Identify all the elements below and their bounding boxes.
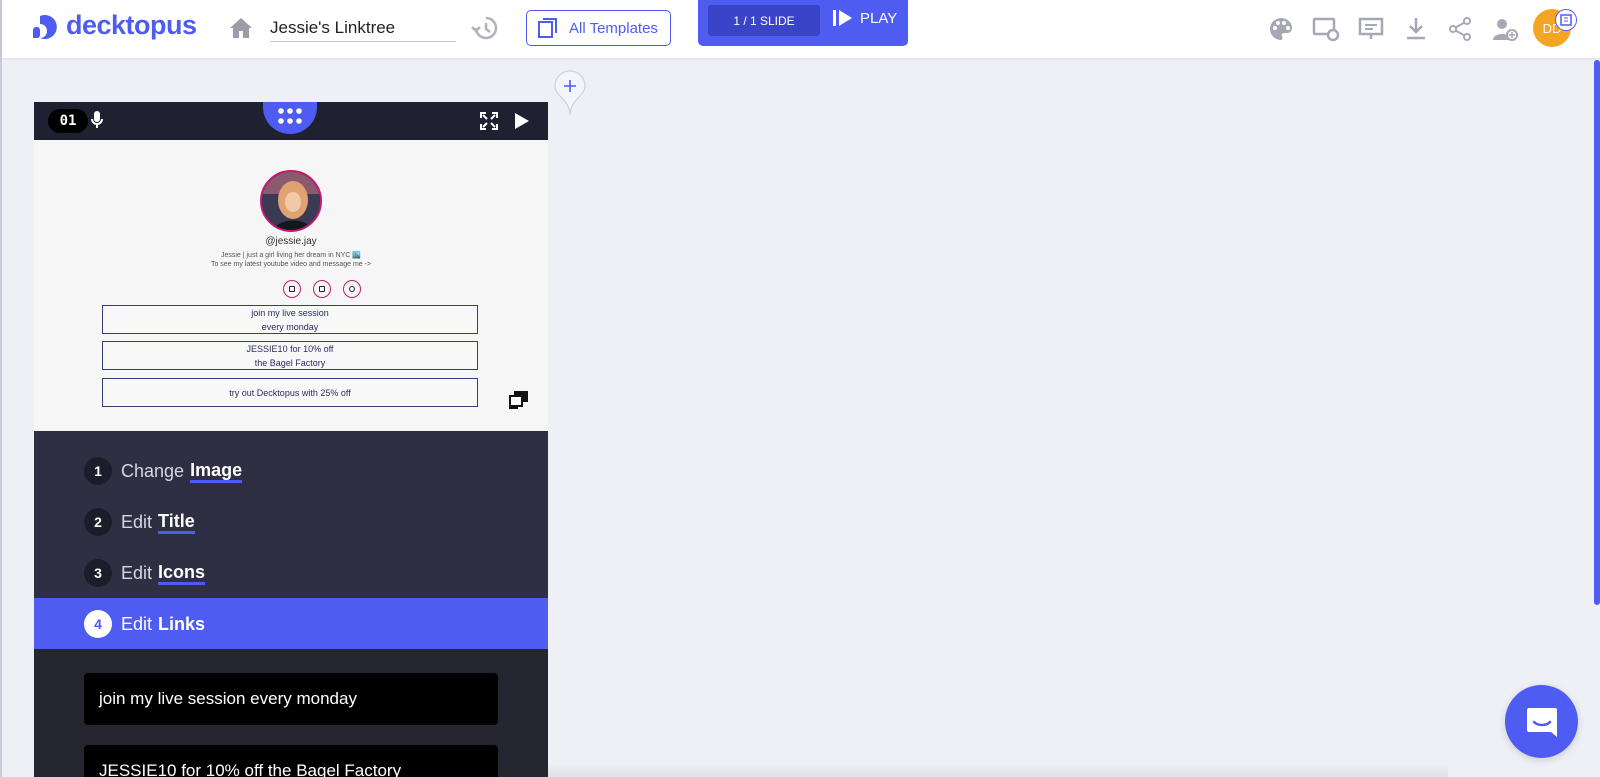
history-icon[interactable]	[471, 15, 499, 41]
profile-picture[interactable]	[260, 170, 322, 232]
step-verb: Edit	[121, 562, 153, 583]
links-editor: join my live session every monday JESSIE…	[34, 649, 548, 777]
step-number: 1	[84, 457, 112, 485]
slide-settings-icon[interactable]	[1312, 16, 1340, 42]
profile-bio: Jessie | just a girl living her dream in…	[34, 251, 548, 269]
step-edit-icons[interactable]: 3 Edit Icons	[34, 547, 548, 599]
templates-label: All Templates	[569, 19, 658, 37]
slide-preview[interactable]: @jessie.jay Jessie | just a girl living …	[34, 140, 548, 431]
facebook-icon[interactable]	[313, 280, 331, 298]
deck-title-input[interactable]	[270, 14, 456, 42]
step-number: 3	[84, 559, 112, 587]
web-icon[interactable]	[343, 280, 361, 298]
presenter-icon[interactable]	[1358, 16, 1384, 42]
play-slide-icon[interactable]	[514, 112, 530, 130]
link-button-3[interactable]: try out Decktopus with 25% off	[102, 378, 478, 407]
company-icon	[1560, 14, 1572, 26]
logo-mark-icon	[33, 14, 57, 39]
download-icon[interactable]	[1404, 16, 1428, 42]
slide-number: 01	[48, 109, 88, 133]
link-1-line2: every monday	[261, 321, 319, 332]
link-2-line2: the Bagel Factory	[254, 357, 326, 368]
step-target: Links	[158, 614, 206, 634]
step-target: Title	[158, 511, 195, 534]
grip-dots-icon	[278, 108, 302, 124]
vertical-scrollbar[interactable]	[1594, 60, 1600, 605]
play-button[interactable]: PLAY	[832, 9, 897, 27]
templates-icon	[538, 18, 557, 38]
play-label: PLAY	[860, 9, 898, 27]
all-templates-button[interactable]: All Templates	[526, 10, 671, 46]
slide-header-bar: 01	[34, 102, 548, 140]
drag-handle[interactable]	[263, 102, 317, 134]
microphone-icon[interactable]	[90, 110, 104, 130]
add-slide-button[interactable]	[554, 70, 586, 116]
step-verb: Edit	[121, 511, 153, 532]
step-edit-links[interactable]: 4 Edit Links	[34, 598, 548, 650]
step-target: Icons	[158, 562, 206, 585]
link-input-2[interactable]: JESSIE10 for 10% off the Bagel Factory	[84, 745, 498, 777]
link-button-2[interactable]: JESSIE10 for 10% off the Bagel Factory	[102, 341, 478, 370]
profile-handle: @jessie.jay	[265, 236, 317, 247]
slide-editor-panel: 01 @jessie.jay Jessie | just a girl livi…	[34, 102, 548, 777]
fullscreen-icon[interactable]	[480, 112, 498, 130]
avatar-badge	[1555, 9, 1577, 31]
instagram-icon[interactable]	[283, 280, 301, 298]
bio-line-2: To see my latest youtube video and messa…	[210, 261, 372, 268]
share-icon[interactable]	[1447, 16, 1473, 42]
slide-counter[interactable]: 1 / 1 SLIDE	[708, 5, 820, 36]
home-icon[interactable]	[228, 16, 254, 40]
brand-name: decktopus	[66, 10, 197, 40]
link-2-line1: JESSIE10 for 10% off	[246, 343, 334, 354]
step-number: 4	[84, 610, 112, 638]
step-number: 2	[84, 508, 112, 536]
chat-icon	[1526, 707, 1557, 737]
play-icon	[833, 10, 852, 26]
step-change-image[interactable]: 1 Change Image	[34, 445, 548, 497]
play-group: 1 / 1 SLIDE PLAY	[698, 0, 908, 46]
bio-line-1: Jessie | just a girl living her dream in…	[220, 252, 362, 259]
decktopus-logo[interactable]: decktopus	[32, 10, 197, 41]
link-button-1[interactable]: join my live session every monday	[102, 305, 478, 334]
profile-photo-image	[262, 172, 320, 230]
swap-image-icon[interactable]	[508, 390, 530, 410]
chat-support-button[interactable]	[1505, 685, 1578, 758]
link-input-1[interactable]: join my live session every monday	[84, 673, 498, 725]
top-toolbar: decktopus All Templates 1 / 1 SLIDE PLAY	[2, 0, 1600, 58]
step-verb: Change	[121, 460, 185, 481]
add-user-icon[interactable]	[1492, 16, 1518, 42]
link-3-line1: try out Decktopus with 25% off	[229, 387, 351, 398]
step-target: Image	[190, 460, 243, 483]
step-verb: Edit	[121, 613, 153, 634]
palette-icon[interactable]	[1268, 16, 1294, 42]
link-1-line1: join my live session	[251, 307, 329, 318]
bottom-edge	[548, 764, 1448, 777]
step-edit-title[interactable]: 2 Edit Title	[34, 496, 548, 548]
